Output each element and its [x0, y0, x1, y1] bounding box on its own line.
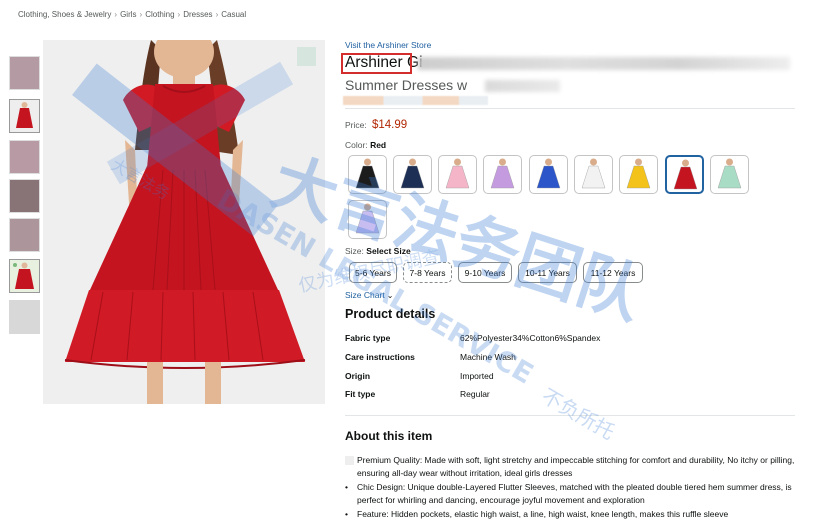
- color-label: Color: Red: [345, 140, 386, 150]
- swatch-dress-icon: [400, 158, 425, 189]
- product-title-line2: Summer Dresses w: [345, 77, 468, 93]
- size-option[interactable]: 7-8 Years: [403, 262, 452, 283]
- breadcrumb-separator: ›: [215, 10, 219, 19]
- store-link[interactable]: Visit the Arshiner Store: [345, 40, 431, 50]
- thumbnail[interactable]: [9, 300, 40, 334]
- swatch-dress-icon: [717, 158, 742, 189]
- highlight-box: [341, 53, 412, 74]
- color-swatch-yellow[interactable]: [619, 155, 658, 194]
- about-heading: About this item: [345, 429, 433, 443]
- detail-value: 62%Polyester34%Cotton6%Spandex: [460, 333, 601, 343]
- about-item: • Chic Design: Unique double-Layered Flut…: [345, 481, 800, 507]
- dress-illustration: [43, 40, 325, 404]
- about-list: Premium Quality: Made with soft, light s…: [345, 454, 800, 522]
- detail-key: Fabric type: [345, 333, 391, 343]
- size-chart-link[interactable]: Size Chart ⌄: [345, 290, 393, 300]
- size-chart-label: Size Chart: [345, 290, 385, 300]
- color-swatch-royal-blue[interactable]: [529, 155, 568, 194]
- color-swatch-black[interactable]: [348, 155, 387, 194]
- about-item: • Feature: Hidden pockets, elastic high w…: [345, 508, 800, 521]
- size-option[interactable]: 10-11 Years: [518, 262, 577, 283]
- about-item-text: Premium Quality: Made with soft, light s…: [357, 455, 795, 478]
- color-swatch-navy[interactable]: [393, 155, 432, 194]
- color-swatch-pink[interactable]: [438, 155, 477, 194]
- size-label: Size: Select Size: [345, 246, 411, 256]
- color-swatch-white[interactable]: [574, 155, 613, 194]
- thumbnail[interactable]: [9, 56, 40, 90]
- title-redaction-blur: [485, 80, 560, 92]
- color-swatch-red[interactable]: [665, 155, 704, 194]
- detail-value: Regular: [460, 389, 490, 399]
- watermark-cn-small: 不负所托: [538, 384, 619, 445]
- swatch-dress-icon: [490, 158, 515, 189]
- swatch-dress-icon: [536, 158, 561, 189]
- swatch-dress-icon: [355, 203, 380, 234]
- title-redaction-blur: [418, 57, 790, 70]
- main-product-image[interactable]: [43, 40, 325, 404]
- size-option[interactable]: 11-12 Years: [583, 262, 643, 283]
- breadcrumb-item[interactable]: Dresses: [183, 10, 212, 19]
- breadcrumb-separator: ›: [177, 10, 181, 19]
- price-value: $14.99: [372, 119, 408, 131]
- breadcrumb-separator: ›: [114, 10, 118, 19]
- breadcrumb-separator: ›: [139, 10, 143, 19]
- breadcrumb: Clothing, Shoes & Jewelry › Girls › Clothing…: [18, 10, 246, 19]
- bullet-icon: [345, 456, 354, 465]
- bullet-icon: •: [345, 482, 348, 492]
- rating-redaction-blur: [343, 96, 488, 105]
- color-selected-value: Red: [370, 140, 387, 150]
- thumbnail[interactable]: [9, 140, 40, 174]
- thumbnail[interactable]: [9, 179, 40, 213]
- breadcrumb-item[interactable]: Clothing: [145, 10, 174, 19]
- swatch-dress-icon: [445, 158, 470, 189]
- detail-key: Fit type: [345, 389, 376, 399]
- swatch-dress-icon: [581, 158, 606, 189]
- thumbnail[interactable]: [9, 259, 40, 293]
- bullet-icon: •: [345, 509, 348, 519]
- thumbnail-image: [10, 100, 39, 132]
- about-item: Premium Quality: Made with soft, light s…: [345, 454, 800, 480]
- divider: [345, 108, 795, 109]
- detail-key: Origin: [345, 371, 371, 381]
- about-item-text: Feature: Hidden pockets, elastic high wa…: [357, 509, 729, 519]
- swatch-dress-icon: [626, 158, 651, 189]
- color-swatch-mint-floral[interactable]: [710, 155, 749, 194]
- divider: [345, 415, 795, 416]
- color-swatch-lavender-floral[interactable]: [348, 200, 387, 239]
- thumbnail[interactable]: [9, 218, 40, 252]
- product-details-heading: Product details: [345, 307, 436, 321]
- breadcrumb-item[interactable]: Clothing, Shoes & Jewelry: [18, 10, 111, 19]
- image-zoom-indicator: [297, 47, 316, 66]
- price-label: Price:: [345, 120, 367, 130]
- detail-value: Machine Wash: [460, 352, 516, 362]
- thumbnail-image: [10, 260, 39, 292]
- detail-key: Care instructions: [345, 352, 415, 362]
- size-selected-value: Select Size: [366, 246, 411, 256]
- swatch-dress-icon: [673, 159, 698, 190]
- detail-value: Imported: [460, 371, 494, 381]
- breadcrumb-item[interactable]: Girls: [120, 10, 136, 19]
- size-label-text: Size:: [345, 246, 364, 256]
- about-item-text: Chic Design: Unique double-Layered Flutt…: [357, 482, 792, 505]
- size-option[interactable]: 5-6 Years: [349, 262, 397, 283]
- color-label-text: Color:: [345, 140, 368, 150]
- thumbnail[interactable]: [9, 99, 40, 133]
- size-option[interactable]: 9-10 Years: [458, 262, 512, 283]
- swatch-dress-icon: [355, 158, 380, 189]
- color-swatch-purple[interactable]: [483, 155, 522, 194]
- breadcrumb-item[interactable]: Casual: [221, 10, 246, 19]
- chevron-down-icon: ⌄: [386, 291, 394, 300]
